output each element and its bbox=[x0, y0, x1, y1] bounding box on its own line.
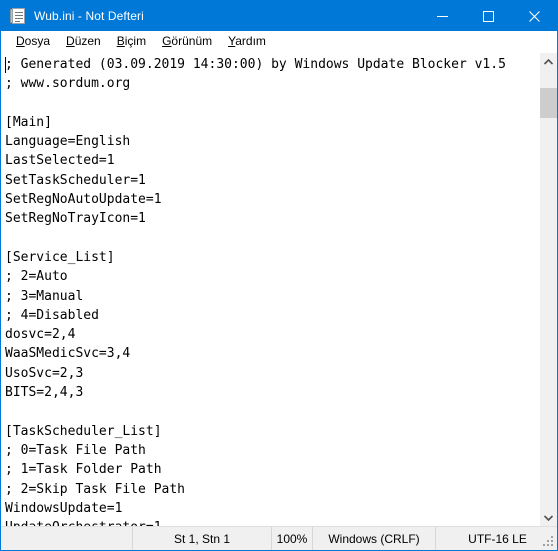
status-line-ending[interactable]: Windows (CRLF) bbox=[312, 527, 435, 550]
menu-label-duzen: üzen bbox=[74, 34, 101, 48]
text-line: ; 2=Skip Task File Path bbox=[5, 481, 186, 497]
menu-item-duzen[interactable]: Düzen bbox=[58, 32, 109, 51]
menu-bar: Dosya Düzen Biçim Görünüm Yardım bbox=[1, 31, 557, 52]
text-line: ; www.sordum.org bbox=[5, 76, 131, 92]
scrollbar-thumb[interactable] bbox=[540, 88, 557, 118]
minimize-button[interactable] bbox=[419, 1, 465, 31]
text-line: dosvc=2,4 bbox=[5, 327, 76, 343]
menu-item-bicim[interactable]: Biçim bbox=[109, 32, 154, 51]
menu-label-yardim: ardım bbox=[235, 34, 266, 48]
text-line: SetRegNoTrayIcon=1 bbox=[5, 211, 146, 227]
status-zoom-label: 100% bbox=[276, 531, 308, 546]
menu-item-gorunum[interactable]: Görünüm bbox=[154, 32, 220, 51]
window-controls bbox=[419, 1, 557, 31]
maximize-icon bbox=[482, 10, 494, 22]
chevron-down-icon bbox=[544, 514, 553, 521]
text-line: Language=English bbox=[5, 134, 131, 150]
status-bar: St 1, Stn 1 100% Windows (CRLF) UTF-16 L… bbox=[1, 526, 557, 550]
status-cursor-position[interactable]: St 1, Stn 1 bbox=[132, 527, 271, 550]
text-line bbox=[5, 94, 539, 113]
minimize-icon bbox=[436, 15, 448, 17]
chevron-up-icon bbox=[544, 58, 553, 65]
menu-accel-duzen: D bbox=[66, 34, 75, 48]
scroll-down-button[interactable] bbox=[540, 509, 557, 526]
status-spacer bbox=[1, 527, 132, 550]
menu-item-dosya[interactable]: Dosya bbox=[8, 32, 58, 51]
text-line bbox=[5, 402, 539, 421]
document-text: ; Generated (03.09.2019 14:30:00) by Win… bbox=[5, 55, 539, 526]
text-line: [TaskScheduler_List] bbox=[5, 423, 162, 439]
menu-label-gorunum: örünüm bbox=[171, 34, 213, 48]
text-line: SetRegNoAutoUpdate=1 bbox=[5, 192, 162, 208]
text-caret bbox=[5, 57, 6, 73]
text-line: UpdateOrchestrator=1 bbox=[5, 518, 539, 526]
status-zoom-level[interactable]: 100% bbox=[271, 527, 312, 550]
menu-label-bicim: içim bbox=[124, 34, 147, 48]
vertical-scrollbar[interactable] bbox=[539, 53, 557, 526]
text-line: ; 0=Task File Path bbox=[5, 442, 146, 458]
title-bar[interactable]: Wub.ini - Not Defteri bbox=[1, 1, 557, 31]
resize-grip-icon[interactable] bbox=[543, 536, 555, 548]
status-encoding-label: UTF-16 LE bbox=[468, 531, 527, 546]
text-line: ; 3=Manual bbox=[5, 288, 84, 304]
menu-item-yardim[interactable]: Yardım bbox=[220, 32, 274, 51]
notepad-icon bbox=[10, 8, 26, 24]
scroll-up-button[interactable] bbox=[540, 53, 557, 70]
status-line-ending-label: Windows (CRLF) bbox=[328, 531, 420, 546]
text-line: LastSelected=1 bbox=[5, 153, 115, 169]
text-line: BITS=2,4,3 bbox=[5, 385, 84, 401]
text-line: ; 1=Task Folder Path bbox=[5, 462, 162, 478]
close-icon bbox=[528, 10, 540, 22]
text-line: WindowsUpdate=1 bbox=[5, 500, 123, 516]
status-cursor-position-label: St 1, Stn 1 bbox=[173, 531, 231, 546]
menu-accel-bicim: B bbox=[116, 34, 125, 48]
text-line: ; Generated (03.09.2019 14:30:00) by Win… bbox=[5, 57, 506, 72]
text-line: WaaSMedicSvc=3,4 bbox=[5, 346, 131, 362]
text-line: ; 4=Disabled bbox=[5, 307, 99, 323]
window-title: Wub.ini - Not Defteri bbox=[34, 9, 144, 23]
maximize-button[interactable] bbox=[465, 1, 511, 31]
text-line: [Main] bbox=[5, 114, 52, 130]
text-editor[interactable]: ; Generated (03.09.2019 14:30:00) by Win… bbox=[1, 53, 539, 526]
text-line: ; 2=Auto bbox=[5, 269, 68, 285]
menu-accel-dosya: D bbox=[16, 34, 25, 48]
notepad-window: Wub.ini - Not Defteri Dosya Düzen Biçim bbox=[0, 0, 558, 551]
menu-label-dosya: osya bbox=[24, 34, 51, 48]
editor-region: ; Generated (03.09.2019 14:30:00) by Win… bbox=[1, 52, 557, 526]
text-line: [Service_List] bbox=[5, 249, 115, 265]
scrollbar-track[interactable] bbox=[540, 70, 557, 509]
text-line: UsoSvc=2,3 bbox=[5, 365, 84, 381]
text-line: SetTaskScheduler=1 bbox=[5, 172, 146, 188]
close-button[interactable] bbox=[511, 1, 557, 31]
status-encoding[interactable]: UTF-16 LE bbox=[435, 527, 558, 550]
text-line bbox=[5, 229, 539, 248]
